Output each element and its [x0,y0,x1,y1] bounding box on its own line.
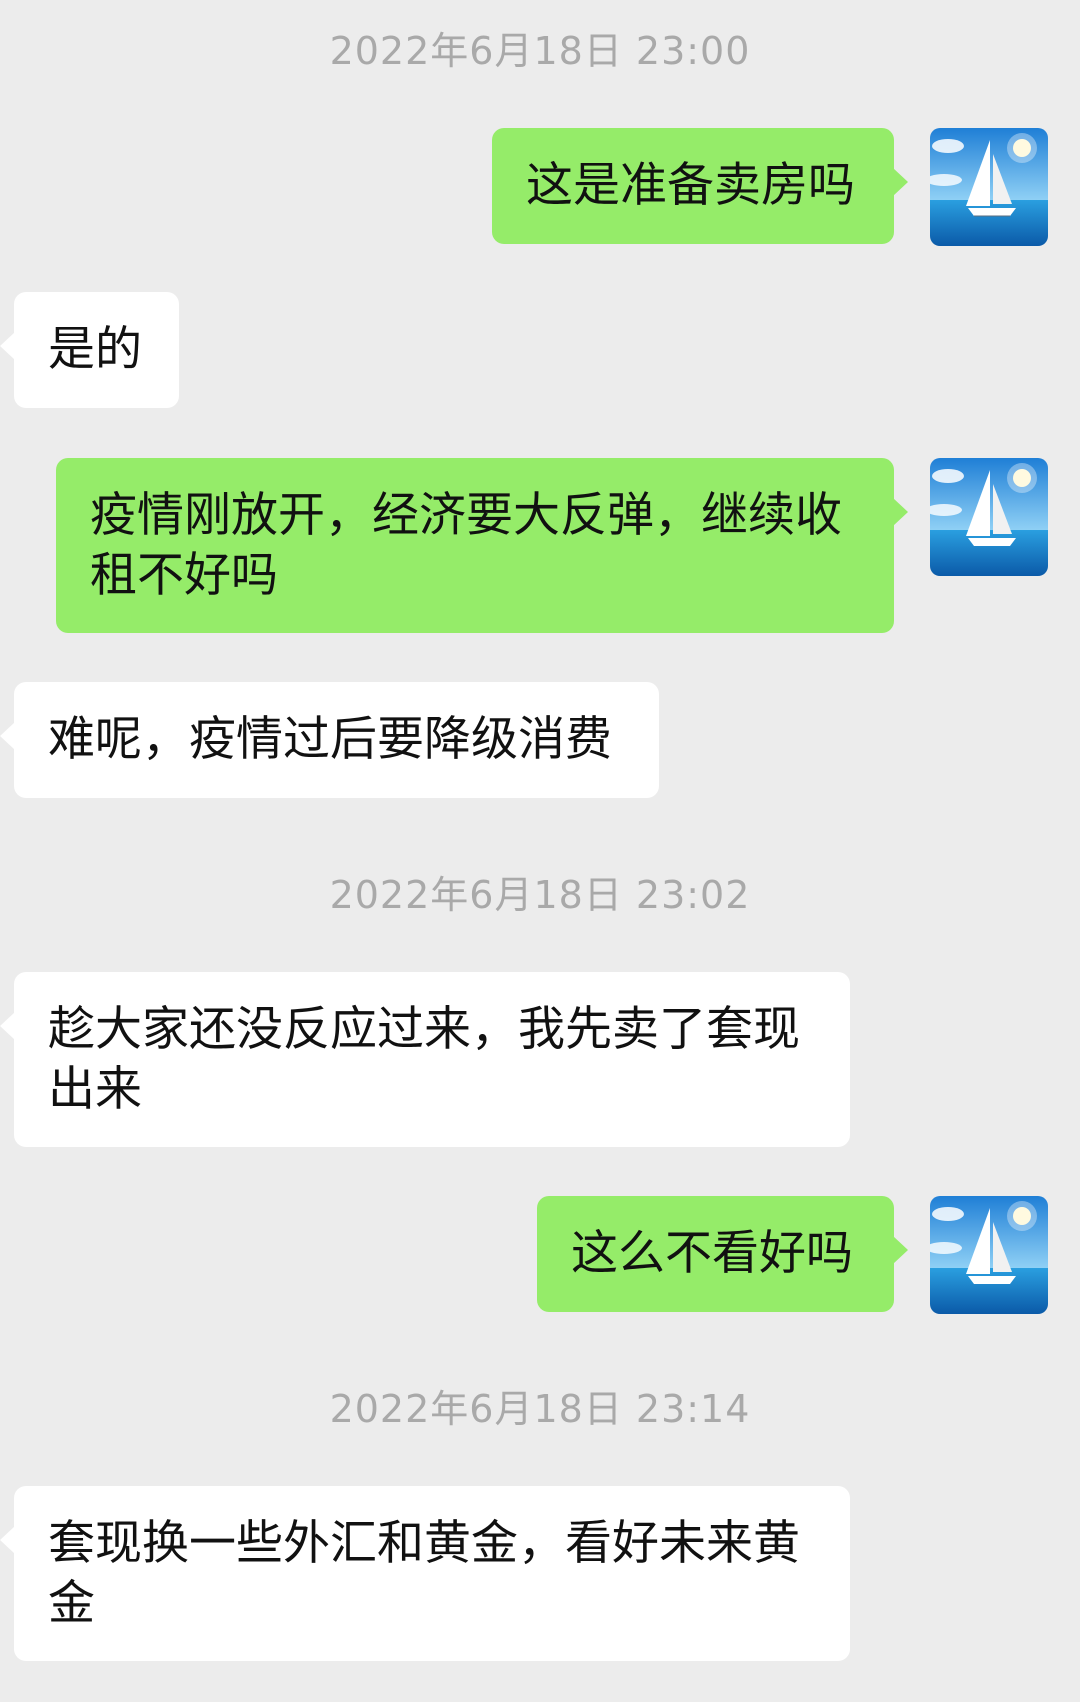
message-bubble-received[interactable]: 套现换一些外汇和黄金，看好未来黄金 [0,1486,850,1661]
message-text: 难呢，疫情过后要降级消费 [48,712,612,767]
sailboat-icon [930,128,1048,246]
avatar[interactable] [930,128,1048,246]
avatar[interactable] [930,1196,1048,1314]
timestamp: 2022年6月18日 23:02 [329,873,751,917]
sailboat-icon [930,458,1048,576]
message-bubble-sent[interactable]: 这是准备卖房吗 [492,128,908,244]
message-text: 这是准备卖房吗 [526,158,855,213]
timestamp: 2022年6月18日 23:00 [329,29,751,73]
message-bubble-received[interactable]: 难呢，疫情过后要降级消费 [0,682,659,798]
message-bubble-sent[interactable]: 疫情刚放开，经济要大反弹，继续收租不好吗 [56,458,908,633]
message-text: 是的 [48,322,142,377]
message-bubble-sent[interactable]: 这么不看好吗 [537,1196,908,1312]
message-text: 趁大家还没反应过来，我先卖了套现出来 [48,1002,800,1117]
message-text: 套现换一些外汇和黄金，看好未来黄金 [48,1516,800,1631]
timestamp: 2022年6月18日 23:14 [329,1387,751,1431]
avatar[interactable] [930,458,1048,576]
message-text: 疫情刚放开，经济要大反弹，继续收租不好吗 [90,488,842,603]
message-bubble-received[interactable]: 是的 [0,292,179,408]
message-bubble-received[interactable]: 趁大家还没反应过来，我先卖了套现出来 [0,972,850,1147]
sailboat-icon [930,1196,1048,1314]
message-text: 这么不看好吗 [571,1226,853,1281]
chat-view: 2022年6月18日 23:00 这是准备卖房吗 是的 疫情刚放开，经济要大反弹… [0,0,1080,1702]
